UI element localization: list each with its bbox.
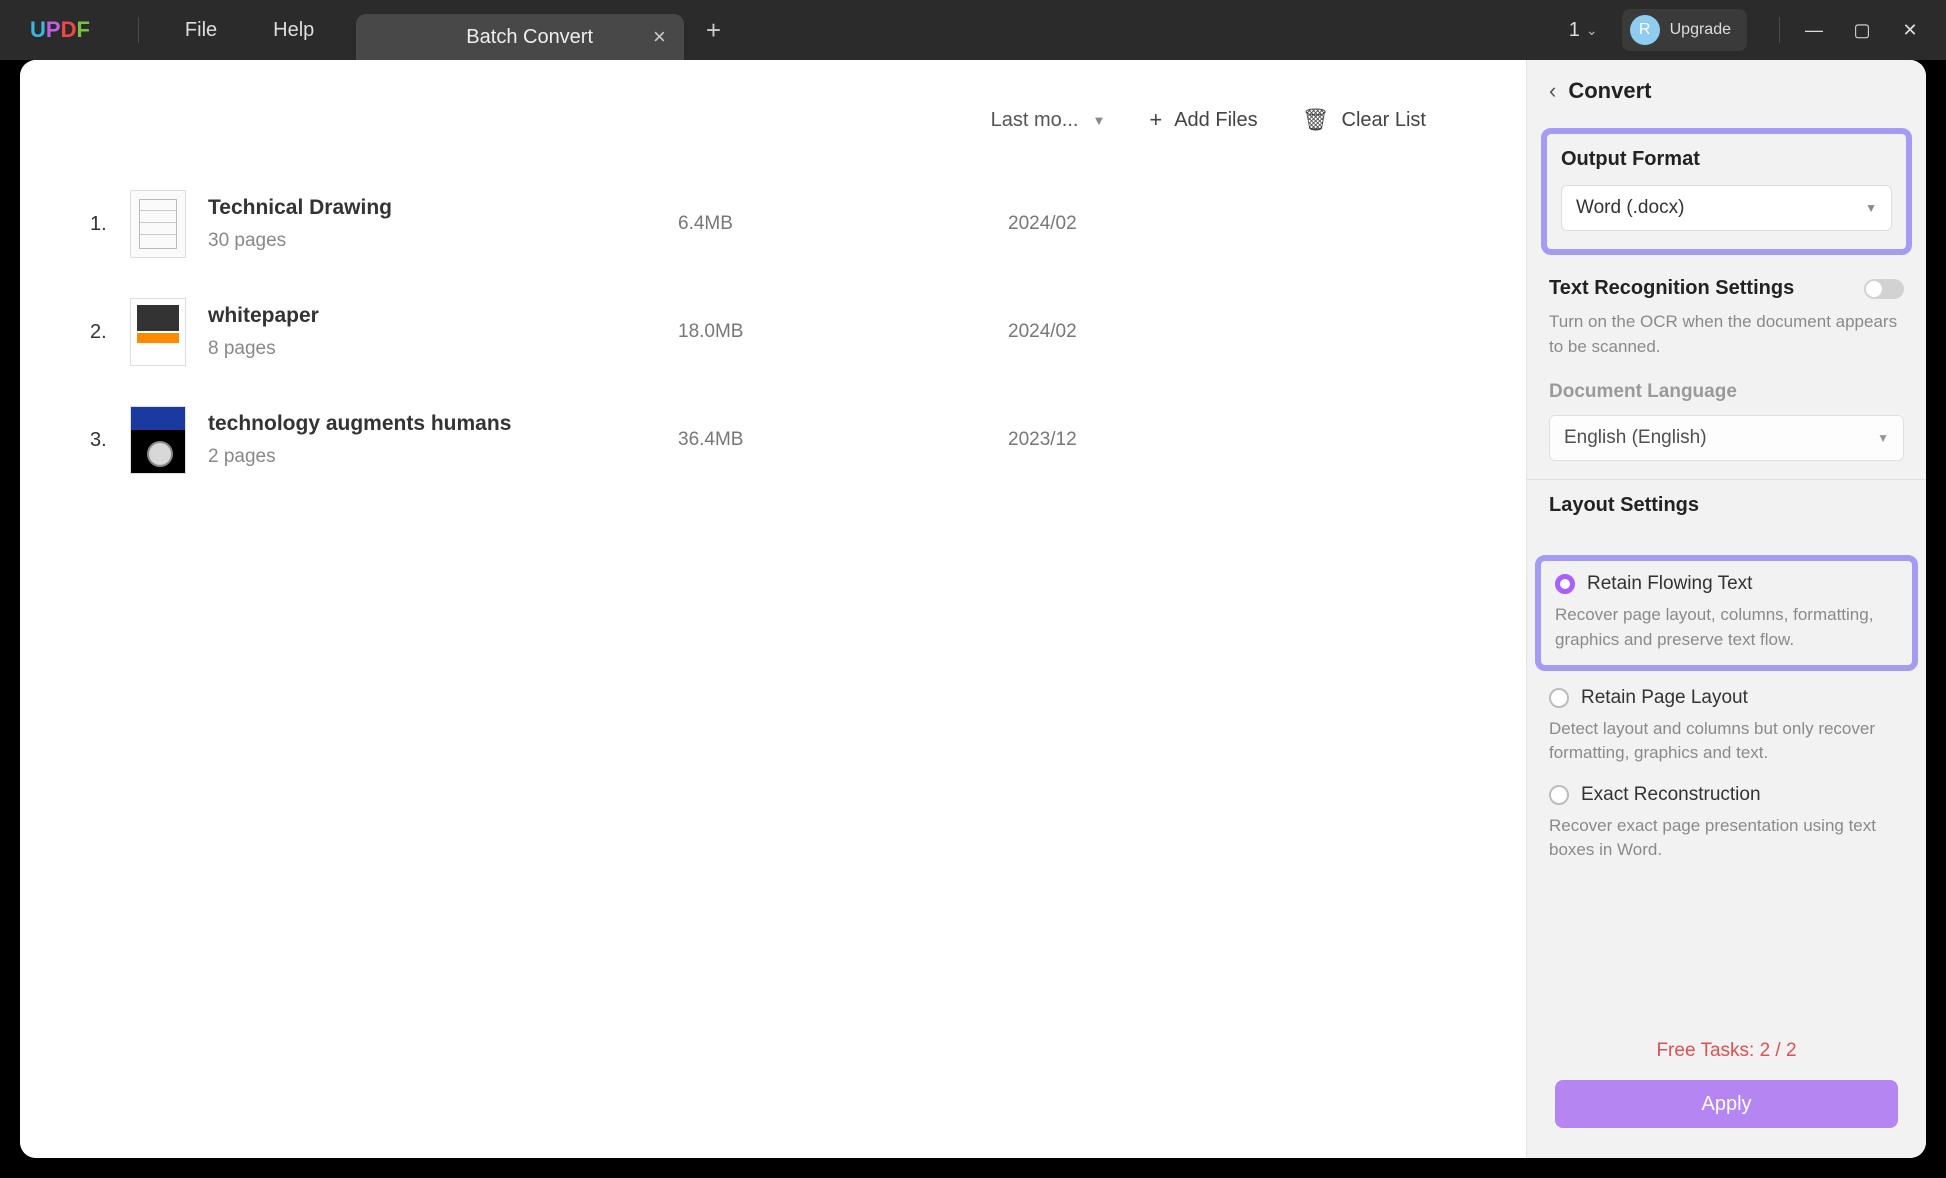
row-index: 2. [90,321,130,344]
file-name: Technical Drawing [208,196,678,220]
list-item[interactable]: 1. Technical Drawing 30 pages 6.4MB 2024… [90,170,1486,278]
add-files-button[interactable]: + Add Files [1149,107,1257,133]
radio-description: Detect layout and columns but only recov… [1549,717,1904,766]
trash-icon: 🗑 [1302,107,1330,133]
file-date: 2024/02 [1008,321,1208,343]
apply-button[interactable]: Apply [1555,1080,1898,1128]
file-size: 36.4MB [678,429,1008,451]
tab-count[interactable]: 1 [1569,19,1580,42]
ocr-hint: Turn on the OCR when the document appear… [1549,310,1904,359]
row-index: 1. [90,213,130,236]
main-panel: Last mo... ▼ + Add Files 🗑 Clear List 1. [20,60,1526,1158]
layout-settings-label: Layout Settings [1549,494,1904,517]
file-date: 2024/02 [1008,213,1208,235]
caret-down-icon: ▼ [1092,113,1105,128]
file-pages: 30 pages [208,230,678,252]
clear-list-label: Clear List [1342,109,1426,132]
doc-language-label: Document Language [1549,381,1904,403]
file-date: 2023/12 [1008,429,1208,451]
layout-option-highlight: Retain Flowing Text Recover page layout,… [1535,555,1918,670]
doc-language-dropdown[interactable]: English (English) ▼ [1549,415,1904,461]
titlebar: UPDF File Help Batch Convert × + 1 ⌄ R U… [0,0,1946,60]
ocr-section: Text Recognition Settings Turn on the OC… [1527,269,1926,480]
ocr-toggle[interactable] [1864,279,1904,299]
back-icon[interactable]: ‹ [1549,78,1556,104]
sidebar-title: Convert [1568,78,1651,104]
row-index: 3. [90,429,130,452]
file-pages: 8 pages [208,338,678,360]
file-name: whitepaper [208,304,678,328]
close-button[interactable]: ✕ [1886,10,1934,50]
menu-file[interactable]: File [157,19,245,42]
upgrade-button[interactable]: R Upgrade [1622,9,1747,51]
radio-description: Recover page layout, columns, formatting… [1555,603,1898,652]
plus-icon: + [1149,107,1162,133]
radio-label: Retain Page Layout [1581,687,1748,709]
sort-label: Last mo... [991,109,1079,132]
file-pages: 2 pages [208,446,678,468]
output-format-dropdown[interactable]: Word (.docx) ▼ [1561,185,1892,231]
radio-selected-icon [1555,574,1575,594]
add-files-label: Add Files [1174,109,1257,132]
maximize-button[interactable]: ▢ [1838,10,1886,50]
caret-down-icon: ▼ [1865,201,1877,215]
output-format-value: Word (.docx) [1576,197,1684,219]
caret-down-icon: ▼ [1877,431,1889,445]
file-list: 1. Technical Drawing 30 pages 6.4MB 2024… [90,170,1486,494]
file-size: 6.4MB [678,213,1008,235]
file-name: technology augments humans [208,412,678,436]
free-tasks-label: Free Tasks: 2 / 2 [1527,1040,1926,1080]
ocr-label: Text Recognition Settings [1549,277,1794,300]
toolbar: Last mo... ▼ + Add Files 🗑 Clear List [90,90,1486,150]
output-format-label: Output Format [1561,148,1892,171]
list-item[interactable]: 2. whitepaper 8 pages 18.0MB 2024/02 [90,278,1486,386]
file-size: 18.0MB [678,321,1008,343]
tab-batch-convert[interactable]: Batch Convert × [356,14,684,60]
radio-label: Exact Reconstruction [1581,784,1761,806]
radio-description: Recover exact page presentation using te… [1549,814,1904,863]
menu-help[interactable]: Help [245,19,342,42]
close-icon[interactable]: × [653,24,666,50]
clear-list-button[interactable]: 🗑 Clear List [1302,107,1426,133]
output-format-highlight: Output Format Word (.docx) ▼ [1541,128,1912,255]
sort-dropdown[interactable]: Last mo... ▼ [991,109,1106,132]
new-tab-button[interactable]: + [706,15,721,46]
radio-unselected-icon [1549,688,1569,708]
doc-language-value: English (English) [1564,427,1707,449]
radio-retain-flowing-text[interactable]: Retain Flowing Text [1555,573,1898,595]
radio-unselected-icon [1549,785,1569,805]
app-logo: UPDF [30,17,90,43]
convert-sidebar: ‹ Convert Output Format Word (.docx) ▼ T… [1526,60,1926,1158]
file-thumbnail [130,190,186,258]
radio-exact-reconstruction[interactable]: Exact Reconstruction [1549,784,1904,806]
list-item[interactable]: 3. technology augments humans 2 pages 36… [90,386,1486,494]
avatar: R [1630,15,1660,45]
radio-retain-page-layout[interactable]: Retain Page Layout [1549,687,1904,709]
file-thumbnail [130,298,186,366]
minimize-button[interactable]: — [1790,10,1838,50]
tab-title: Batch Convert [466,26,593,49]
chevron-down-icon[interactable]: ⌄ [1586,22,1598,39]
radio-label: Retain Flowing Text [1587,573,1752,595]
upgrade-label: Upgrade [1670,21,1731,39]
layout-section: Layout Settings [1527,480,1926,549]
file-thumbnail [130,406,186,474]
